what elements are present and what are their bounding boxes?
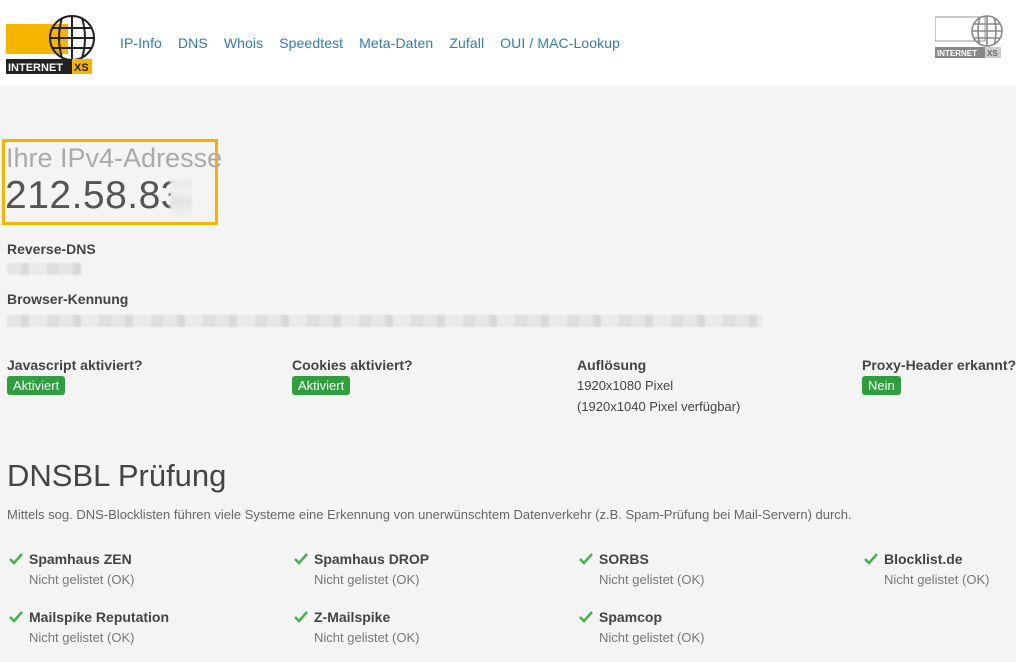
logo-small-text-accent: XS bbox=[987, 49, 998, 58]
cookies-status-badge: Aktiviert bbox=[292, 376, 351, 395]
top-navigation-bar: INTERNET XS IP-Info DNS Whois Speedtest … bbox=[0, 0, 1016, 86]
nav-meta-daten[interactable]: Meta-Daten bbox=[359, 35, 433, 51]
dnsbl-item-status: Nicht gelistet (OK) bbox=[314, 630, 420, 645]
check-icon bbox=[864, 553, 878, 565]
reverse-dns-label: Reverse-DNS bbox=[7, 241, 96, 257]
dnsbl-description: Mittels sog. DNS-Blocklisten führen viel… bbox=[7, 507, 852, 522]
resolution-available: (1920x1040 Pixel verfügbar) bbox=[577, 399, 741, 414]
reverse-dns-redacted-value bbox=[7, 263, 81, 275]
dnsbl-item-name: Mailspike Reputation bbox=[29, 609, 170, 625]
dnsbl-item-name: Blocklist.de bbox=[884, 551, 963, 567]
browser-id-label: Browser-Kennung bbox=[7, 291, 129, 307]
dnsbl-heading: DNSBL Prüfung bbox=[7, 458, 227, 493]
dnsbl-item-name: Spamhaus ZEN bbox=[29, 551, 132, 567]
main-nav: IP-Info DNS Whois Speedtest Meta-Daten Z… bbox=[120, 35, 636, 51]
check-icon bbox=[294, 553, 308, 565]
nav-oui-mac-lookup[interactable]: OUI / MAC-Lookup bbox=[500, 35, 620, 51]
check-icon bbox=[579, 611, 593, 623]
dnsbl-item-status: Nicht gelistet (OK) bbox=[884, 572, 990, 587]
nav-ip-info[interactable]: IP-Info bbox=[120, 35, 162, 51]
dnsbl-item-status: Nicht gelistet (OK) bbox=[314, 572, 420, 587]
check-icon bbox=[579, 553, 593, 565]
dnsbl-item-status: Nicht gelistet (OK) bbox=[599, 630, 705, 645]
ip-address-redaction bbox=[170, 180, 192, 216]
dnsbl-item-name: Spamcop bbox=[599, 609, 663, 625]
dnsbl-item-name: Spamhaus DROP bbox=[314, 551, 430, 567]
resolution-value: 1920x1080 Pixel bbox=[577, 378, 674, 393]
javascript-status-badge: Aktiviert bbox=[7, 376, 66, 395]
logo-small-text-main: INTERNET bbox=[937, 49, 977, 58]
proxy-status-badge: Nein bbox=[862, 376, 901, 395]
browser-id-redacted-value bbox=[7, 315, 762, 327]
logo-text-accent: XS bbox=[74, 62, 89, 74]
ip-title: Ihre IPv4-Adresse bbox=[6, 143, 223, 173]
internetxs-logo-small[interactable]: INTERNET XS bbox=[935, 13, 1003, 59]
ip-address-value: 212.58.83. bbox=[5, 174, 195, 217]
check-icon bbox=[9, 611, 23, 623]
dnsbl-item-name: Z-Mailspike bbox=[314, 609, 391, 625]
resolution-label: Auflösung bbox=[577, 357, 647, 373]
check-icon bbox=[9, 553, 23, 565]
javascript-label: Javascript aktiviert? bbox=[7, 357, 143, 373]
dnsbl-item-name: SORBS bbox=[599, 551, 649, 567]
dnsbl-item-status: Nicht gelistet (OK) bbox=[29, 630, 135, 645]
cookies-label: Cookies aktiviert? bbox=[292, 357, 413, 373]
nav-whois[interactable]: Whois bbox=[224, 35, 263, 51]
check-icon bbox=[294, 611, 308, 623]
nav-zufall[interactable]: Zufall bbox=[449, 35, 484, 51]
dnsbl-item-status: Nicht gelistet (OK) bbox=[29, 572, 135, 587]
nav-speedtest[interactable]: Speedtest bbox=[279, 35, 343, 51]
logo-text-main: INTERNET bbox=[8, 62, 63, 74]
proxy-label: Proxy-Header erkannt? bbox=[862, 357, 1016, 373]
internetxs-logo[interactable]: INTERNET XS bbox=[6, 12, 96, 74]
nav-dns[interactable]: DNS bbox=[178, 35, 208, 51]
dnsbl-item-status: Nicht gelistet (OK) bbox=[599, 572, 705, 587]
